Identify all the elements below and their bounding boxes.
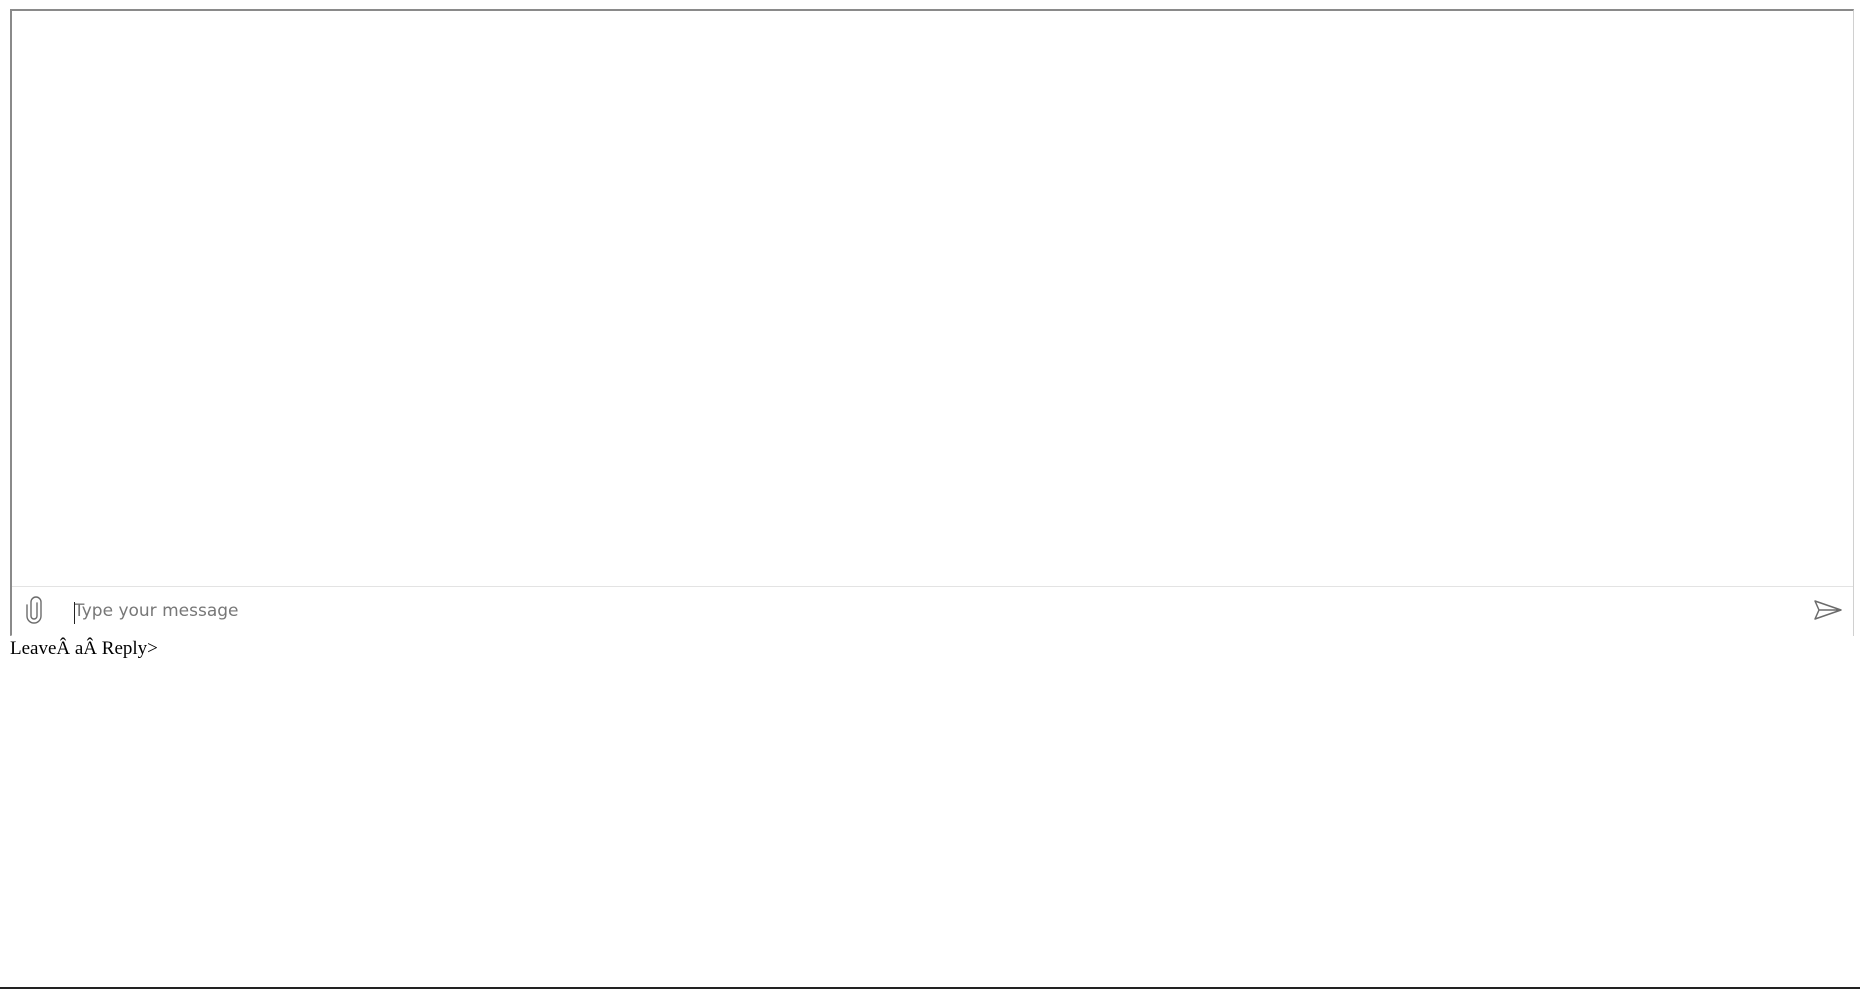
leave-reply-link[interactable]: LeaveÂ aÂ Reply> <box>10 638 158 660</box>
attach-button[interactable] <box>22 595 46 629</box>
chat-widget <box>10 9 1854 637</box>
paperclip-icon <box>25 595 43 629</box>
message-composer <box>12 586 1853 637</box>
send-button[interactable] <box>1813 599 1843 625</box>
message-input[interactable] <box>74 596 1794 626</box>
message-history <box>12 11 1853 586</box>
text-caret <box>74 602 75 624</box>
send-icon <box>1814 599 1842 626</box>
divider <box>0 987 1860 989</box>
